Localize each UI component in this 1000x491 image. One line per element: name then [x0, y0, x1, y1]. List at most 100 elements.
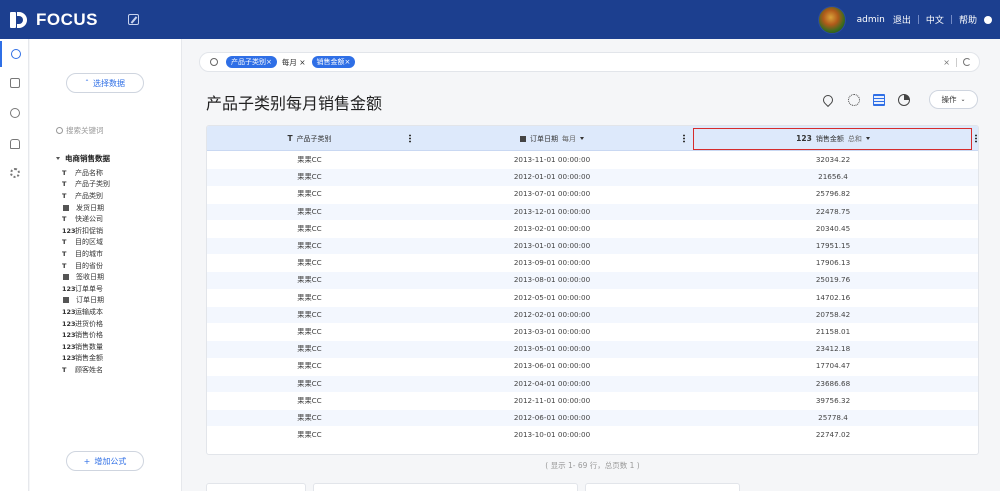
table-cell: 2012-01-01 00:00:00	[513, 172, 591, 182]
field-item[interactable]: 123 销售价格	[62, 329, 177, 341]
pin-icon[interactable]	[820, 92, 836, 108]
table-row[interactable]: 果果CC 2013-01-01 00:00:00 17951.15	[207, 238, 978, 255]
avatar[interactable]	[817, 5, 846, 34]
table-row[interactable]: 果果CC 2013-05-01 00:00:00 23412.18	[207, 341, 978, 358]
search-bar[interactable]: 产品子类别 × 每月 × 销售金额 × ×	[199, 52, 980, 72]
field-item[interactable]: T 目的省份	[62, 260, 177, 272]
field-item[interactable]: 123 订单单号	[62, 283, 177, 295]
field-label: 目的城市	[75, 249, 103, 258]
logout-link[interactable]: 退出	[893, 13, 911, 26]
table-cell: 25796.82	[815, 189, 851, 199]
operations-button[interactable]: 操作 ⌄	[929, 90, 978, 109]
table-row[interactable]: 果果CC 2012-04-01 00:00:00 23686.68	[207, 375, 978, 392]
table-row[interactable]: 果果CC 2013-08-01 00:00:00 25019.76	[207, 272, 978, 289]
field-label: 目的省份	[75, 261, 103, 270]
clear-icon[interactable]: ×	[943, 58, 950, 67]
text-type-icon: T	[62, 168, 67, 177]
help-link[interactable]: 帮助	[959, 13, 977, 26]
date-type-icon	[63, 297, 69, 304]
edit-icon[interactable]	[128, 14, 139, 25]
remove-token-icon[interactable]: ×	[266, 58, 272, 66]
column-menu-icon[interactable]	[683, 134, 685, 143]
chevron-up-icon: ˆ	[85, 78, 89, 88]
table-row[interactable]: 果果CC 2013-09-01 00:00:00 17906.13	[207, 255, 978, 271]
logo-icon	[10, 10, 32, 30]
field-item[interactable]: T 顾客姓名	[62, 364, 177, 376]
caret-down-icon[interactable]	[580, 137, 584, 140]
remove-token-icon[interactable]: ×	[297, 58, 305, 67]
table-row[interactable]: 果果CC 2013-11-01 00:00:00 32034.22	[207, 152, 978, 168]
select-data-button[interactable]: ˆ 选择数据	[66, 73, 144, 93]
table-cell: 2013-05-01 00:00:00	[513, 344, 591, 354]
search-token[interactable]: 销售金额 ×	[311, 56, 356, 68]
search-icon	[210, 58, 218, 66]
number-type-icon: 123	[62, 331, 76, 340]
field-label: 目的区域	[75, 238, 103, 247]
table-cell: 2012-06-01 00:00:00	[513, 413, 591, 422]
field-item[interactable]: T 产品类别	[62, 190, 177, 202]
field-item[interactable]: T 目的城市	[62, 248, 177, 260]
table-row[interactable]: 果果CC 2012-06-01 00:00:00 25778.4	[207, 410, 978, 427]
column-menu-icon[interactable]	[975, 134, 977, 143]
search-token[interactable]: 产品子类别 ×	[226, 56, 277, 68]
table-cell: 17906.13	[815, 258, 851, 268]
field-label: 快递公司	[75, 215, 103, 224]
table-row[interactable]: 果果CC 2012-11-01 00:00:00 39756.32	[207, 393, 978, 409]
pie-chart-icon[interactable]	[898, 94, 910, 106]
field-item[interactable]: T 产品子类别	[62, 179, 177, 191]
field-label: 订单日期	[76, 296, 104, 305]
token-label: 产品子类别	[231, 58, 266, 66]
rail-data[interactable]	[0, 131, 29, 157]
field-label: 订单单号	[75, 284, 103, 293]
logo[interactable]: FOCUS	[10, 10, 98, 30]
add-formula-button[interactable]: + 增加公式	[66, 451, 144, 471]
table-cell: 2013-10-01 00:00:00	[513, 430, 591, 440]
number-type-icon: 123	[62, 284, 76, 293]
rail-settings[interactable]	[0, 160, 29, 186]
table-row[interactable]: 果果CC 2013-12-01 00:00:00 22478.75	[207, 203, 978, 220]
column-header-order-date[interactable]: 订单日期 每月	[412, 126, 692, 151]
field-item[interactable]: 123 折扣促销	[62, 225, 177, 237]
bottom-card	[313, 483, 578, 491]
field-item[interactable]: T 目的区域	[62, 237, 177, 249]
field-item[interactable]: 发货日期	[62, 202, 177, 214]
field-item[interactable]: T 快递公司	[62, 213, 177, 225]
table-row[interactable]: 果果CC 2013-06-01 00:00:00 17704.47	[207, 358, 978, 374]
operations-label: 操作	[941, 95, 957, 104]
language-link[interactable]: 中文	[926, 13, 944, 26]
caret-down-icon	[56, 157, 60, 160]
token-label: 销售金额	[316, 58, 345, 66]
table-cell: 果果CC	[297, 344, 322, 354]
token-label: 每月	[281, 57, 297, 67]
table-row[interactable]: 果果CC 2013-10-01 00:00:00 22747.02	[207, 427, 978, 443]
tree-root[interactable]: 电商销售数据	[56, 153, 110, 164]
table-row[interactable]: 果果CC 2012-05-01 00:00:00 14702.16	[207, 290, 978, 306]
rail-search[interactable]	[0, 41, 29, 67]
gear-icon[interactable]	[848, 94, 860, 106]
rail-help[interactable]	[0, 100, 29, 126]
remove-token-icon[interactable]: ×	[345, 58, 351, 66]
column-header-subcategory[interactable]: T 产品子类别	[207, 126, 412, 151]
table-row[interactable]: 果果CC 2013-02-01 00:00:00 20340.45	[207, 221, 978, 237]
table-view-icon[interactable]	[873, 94, 885, 106]
field-item[interactable]: 123 销售数量	[62, 341, 177, 353]
field-item[interactable]: 订单日期	[62, 295, 177, 307]
text-type-icon: T	[62, 215, 67, 224]
column-menu-icon[interactable]	[409, 134, 411, 143]
rail-board[interactable]	[0, 70, 29, 96]
field-item[interactable]: 123 运输成本	[62, 306, 177, 318]
field-item[interactable]: 签收日期	[62, 271, 177, 283]
field-item[interactable]: T 产品名称	[62, 167, 177, 179]
help-icon[interactable]	[984, 15, 992, 24]
refresh-icon[interactable]	[963, 58, 971, 66]
table-row[interactable]: 果果CC 2013-07-01 00:00:00 25796.82	[207, 186, 978, 202]
table-row[interactable]: 果果CC 2012-02-01 00:00:00 20758.42	[207, 306, 978, 324]
field-item[interactable]: 123 进货价格	[62, 318, 177, 330]
field-item[interactable]: 123 销售金额	[62, 353, 177, 365]
table-row[interactable]: 果果CC 2012-01-01 00:00:00 21656.4	[207, 169, 978, 186]
username[interactable]: admin	[857, 15, 885, 25]
field-search[interactable]: 搜索关键词	[56, 123, 166, 137]
table-row[interactable]: 果果CC 2013-03-01 00:00:00 21158.01	[207, 324, 978, 340]
search-token[interactable]: 每月 ×	[282, 57, 306, 68]
table-cell: 果果CC	[297, 172, 322, 182]
